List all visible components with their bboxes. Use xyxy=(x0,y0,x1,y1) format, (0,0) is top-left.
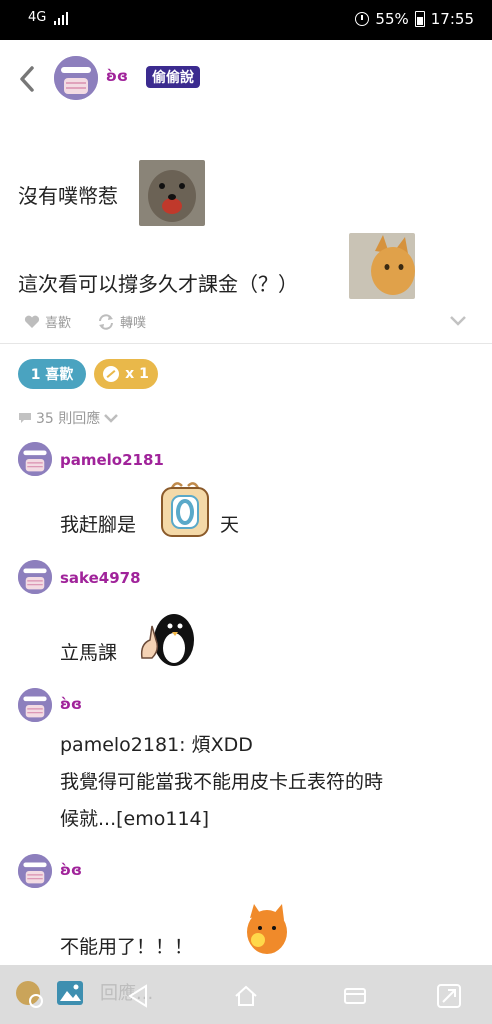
commenter-name[interactable]: pamelo2181 xyxy=(60,451,164,469)
comment-line-1: pamelo2181: 煩XDD xyxy=(60,734,253,756)
cat-sticker[interactable] xyxy=(349,233,415,299)
commenter-name[interactable]: ʚ̀ɞ xyxy=(60,861,82,879)
commenter-avatar[interactable] xyxy=(18,560,52,594)
plurk-detail-sheet: ʚ̀ɞ 偷偷說 沒有噗幣惹 這次看可以撐多久才課金（？） 喜歡 轉噗 1 喜歡 … xyxy=(0,40,492,1024)
commenter-name[interactable]: ʚ̀ɞ xyxy=(60,695,82,713)
likes-count-pill[interactable]: 1 喜歡 xyxy=(18,359,86,389)
comment-text: 立馬課 xyxy=(60,642,118,664)
author-name[interactable]: ʚ̀ɞ xyxy=(106,67,128,85)
divider xyxy=(0,343,492,344)
counter-zero-sticker[interactable] xyxy=(158,478,212,538)
coins-count-pill[interactable]: x 1 xyxy=(94,359,158,389)
nav-back-icon[interactable] xyxy=(126,983,152,1009)
signal-icon xyxy=(54,11,69,25)
back-arrow-icon[interactable] xyxy=(16,64,40,94)
like-action[interactable]: 喜歡 xyxy=(24,312,71,331)
status-bar: 4G 55% 17:55 xyxy=(0,0,492,40)
bottom-composer-bar: 回應... xyxy=(0,965,492,1024)
comment-bubble-icon xyxy=(19,413,31,423)
replies-count[interactable]: 35 則回應 xyxy=(18,408,119,428)
like-label: 喜歡 xyxy=(45,316,72,331)
comment-text-before: 我赶腳是 xyxy=(60,514,137,536)
comment-line-2: 我覺得可能當我不能用皮卡丘表符的時 xyxy=(60,771,384,793)
post-actions: 喜歡 轉噗 xyxy=(24,312,146,331)
post-text-line-2: 這次看可以撐多久才課金（？） xyxy=(18,272,298,296)
chevron-down-icon[interactable] xyxy=(450,316,466,326)
comment-text: 不能用了！！！ xyxy=(60,936,194,958)
nav-expand-icon[interactable] xyxy=(436,983,462,1009)
penguin-sticker[interactable] xyxy=(134,600,202,668)
comment-text: 我赶腳是 xyxy=(60,510,136,537)
orange-cat-sticker[interactable] xyxy=(242,902,292,960)
comment-text-after: 天 xyxy=(220,514,240,536)
image-upload-icon[interactable] xyxy=(56,979,84,1007)
replurk-icon xyxy=(99,313,114,330)
post-text-line-1: 沒有噗幣惹 xyxy=(18,184,118,208)
commenter-avatar[interactable] xyxy=(18,688,52,722)
chevron-down-icon xyxy=(104,413,119,423)
commenter-name[interactable]: sake4978 xyxy=(60,569,141,587)
replurk-action[interactable]: 轉噗 xyxy=(97,312,146,331)
otter-sticker[interactable] xyxy=(139,160,205,226)
commenter-avatar[interactable] xyxy=(18,442,52,476)
clock: 17:55 xyxy=(430,10,474,28)
secret-badge: 偷偷說 xyxy=(146,66,200,88)
replurk-label: 轉噗 xyxy=(120,316,147,331)
coin-icon xyxy=(103,366,120,382)
replies-count-label: 35 則回應 xyxy=(36,411,101,427)
nav-recents-icon[interactable] xyxy=(342,983,368,1009)
heart-icon xyxy=(24,315,40,328)
comment-line-3: 候就...[emo114] xyxy=(60,808,210,830)
emoticon-icon[interactable] xyxy=(14,979,44,1009)
network-indicator: 4G xyxy=(28,10,47,25)
coins-count: x 1 xyxy=(125,366,149,382)
battery-icon xyxy=(414,11,425,27)
author-avatar[interactable] xyxy=(54,56,98,100)
commenter-avatar[interactable] xyxy=(18,854,52,888)
battery-level: 55% xyxy=(375,10,409,28)
alarm-icon xyxy=(355,12,370,26)
nav-home-icon[interactable] xyxy=(233,983,259,1009)
